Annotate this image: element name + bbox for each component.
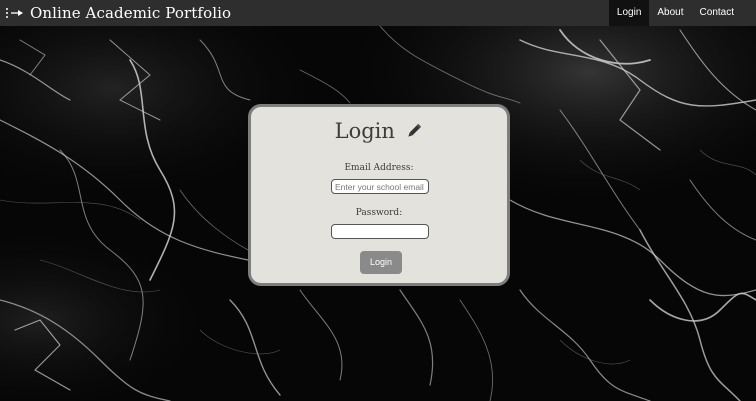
login-button[interactable]: Login xyxy=(360,251,402,274)
nav-link-login[interactable]: Login xyxy=(608,0,650,26)
email-input[interactable] xyxy=(331,179,429,194)
top-navbar: Online Academic Portfolio Login About Co… xyxy=(0,0,756,26)
password-input[interactable] xyxy=(331,224,429,239)
dotted-arrow-icon xyxy=(6,8,23,18)
login-title: Login xyxy=(334,119,395,143)
nav-links: Login About Contact xyxy=(608,0,756,26)
nav-link-about[interactable]: About xyxy=(649,0,691,26)
nav-link-contact[interactable]: Contact xyxy=(692,0,756,26)
password-label: Password: xyxy=(355,208,403,218)
brand[interactable]: Online Academic Portfolio xyxy=(0,0,231,26)
login-card: Login Email Address: Password: Login xyxy=(248,104,510,286)
login-heading: Login xyxy=(251,119,507,149)
pencil-icon xyxy=(408,123,422,137)
site-title: Online Academic Portfolio xyxy=(30,4,232,22)
email-label: Email Address: xyxy=(344,163,414,173)
